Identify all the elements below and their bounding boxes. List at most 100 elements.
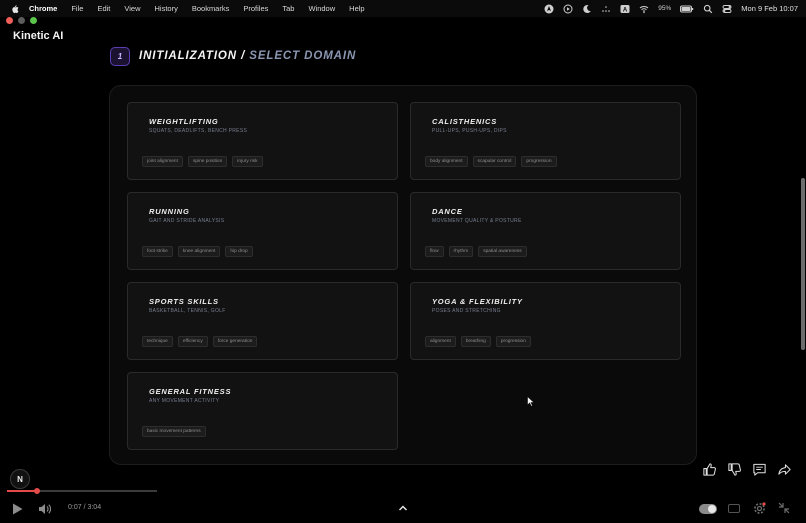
domain-subtitle: POSES AND STRETCHING	[432, 308, 501, 314]
domain-title: SPORTS SKILLS	[149, 297, 219, 306]
domain-title: RUNNING	[149, 207, 190, 216]
status-area: A 95% Mon 9 Feb 10:07	[544, 0, 798, 17]
share-icon[interactable]	[777, 462, 792, 477]
menu-bar: Chrome File Edit View History Bookmarks …	[0, 0, 806, 17]
step-badge: 1	[110, 47, 130, 66]
keyboard-input-icon[interactable]: A	[620, 4, 630, 14]
domain-card-calisthenics[interactable]: CALISTHENICS PULL-UPS, PUSH-UPS, DIPS bo…	[410, 102, 681, 180]
domain-tag: force generation	[212, 336, 258, 347]
dots-icon[interactable]	[601, 4, 611, 14]
video-progress-fill	[7, 490, 37, 492]
menu-window[interactable]: Window	[308, 4, 335, 13]
menu-file[interactable]: File	[71, 4, 83, 13]
domain-tag: spatial awareness	[478, 246, 527, 257]
domain-tag: alignment	[425, 336, 456, 347]
domain-tags: alignment breathing progression	[425, 336, 531, 347]
menu-bookmarks[interactable]: Bookmarks	[192, 4, 230, 13]
domain-card-sports-skills[interactable]: SPORTS SKILLS BASKETBALL, TENNIS, GOLF t…	[127, 282, 398, 360]
domain-subtitle: PULL-UPS, PUSH-UPS, DIPS	[432, 128, 507, 134]
menu-help[interactable]: Help	[349, 4, 364, 13]
moon-icon[interactable]	[582, 4, 592, 14]
video-progress-handle[interactable]	[34, 488, 40, 494]
menu-view[interactable]: View	[124, 4, 140, 13]
domain-title: GENERAL FITNESS	[149, 387, 232, 396]
captions-button[interactable]	[728, 504, 740, 513]
menu-tab[interactable]: Tab	[282, 4, 294, 13]
play-icon[interactable]	[12, 503, 23, 515]
menubar-clock: Mon 9 Feb 10:07	[741, 4, 798, 13]
video-progress-bar[interactable]	[7, 488, 157, 494]
battery-icon[interactable]	[680, 4, 694, 14]
domain-tags: joint alignment spine position injury ri…	[142, 156, 263, 167]
menu-chrome[interactable]: Chrome	[29, 4, 57, 13]
battery-percentage: 95%	[658, 5, 672, 12]
menu-history[interactable]: History	[155, 4, 178, 13]
domain-tag: rhythm	[448, 246, 474, 257]
comment-icon[interactable]	[752, 462, 767, 477]
domain-tags: body alignment scapular control progress…	[425, 156, 557, 167]
volume-icon[interactable]	[38, 503, 52, 515]
domain-tags: technique efficiency force generation	[142, 336, 258, 347]
app-brand: Kinetic AI	[13, 30, 64, 42]
domain-tag: hip drop	[225, 246, 253, 257]
domain-title: WEIGHTLIFTING	[149, 117, 219, 126]
domain-card-dance[interactable]: DANCE MOVEMENT QUALITY & POSTURE flow rh…	[410, 192, 681, 270]
chevron-up-icon[interactable]	[398, 504, 408, 512]
thumbs-up-icon[interactable]	[702, 462, 717, 477]
page-title-sub: SELECT DOMAIN	[249, 50, 357, 62]
domain-tag: technique	[142, 336, 173, 347]
domain-title: YOGA & FLEXIBILITY	[432, 297, 523, 306]
domain-card-running[interactable]: RUNNING GAIT AND STRIDE ANALYSIS foot st…	[127, 192, 398, 270]
svg-text:A: A	[623, 7, 628, 13]
domain-tag: progression	[521, 156, 557, 167]
apple-icon[interactable]	[10, 4, 20, 14]
page-scrollbar[interactable]	[801, 178, 805, 350]
domain-tags: flow rhythm spatial awareness	[425, 246, 527, 257]
domain-panel: WEIGHTLIFTING SQUATS, DEADLIFTS, BENCH P…	[109, 85, 697, 465]
domain-tag: spine position	[187, 156, 228, 167]
domain-subtitle: SQUATS, DEADLIFTS, BENCH PRESS	[149, 128, 248, 134]
feedback-actions	[702, 462, 792, 477]
domain-tag: injury risk	[232, 156, 263, 167]
domain-tag: breathing	[460, 336, 491, 347]
video-controls: 0:07 / 3:04	[0, 496, 806, 523]
domain-tag: knee alignment	[177, 246, 221, 257]
minimize-window-button[interactable]	[18, 17, 25, 24]
domain-tags: foot strike knee alignment hip drop	[142, 246, 253, 257]
domain-tag: scapular control	[472, 156, 517, 167]
domain-tags: basic movement patterns	[142, 426, 206, 437]
page-title: INITIALIZATION / SELECT DOMAIN	[139, 50, 356, 62]
domain-card-general-fitness[interactable]: GENERAL FITNESS ANY MOVEMENT ACTIVITY ba…	[127, 372, 398, 450]
domain-tag: body alignment	[425, 156, 468, 167]
control-center-icon[interactable]	[722, 4, 732, 14]
domain-title: DANCE	[432, 207, 463, 216]
domain-tag: foot strike	[142, 246, 173, 257]
domain-tag: efficiency	[177, 336, 208, 347]
close-window-button[interactable]	[6, 17, 13, 24]
fullscreen-window-button[interactable]	[30, 17, 37, 24]
gear-icon[interactable]	[753, 502, 766, 515]
navigation-icon[interactable]	[544, 4, 554, 14]
menu-edit[interactable]: Edit	[97, 4, 110, 13]
domain-tag: flow	[425, 246, 444, 257]
menu-profiles[interactable]: Profiles	[243, 4, 268, 13]
play-circle-icon[interactable]	[563, 4, 573, 14]
thumbs-down-icon[interactable]	[727, 462, 742, 477]
domain-subtitle: ANY MOVEMENT ACTIVITY	[149, 398, 220, 404]
domain-tag: joint alignment	[142, 156, 183, 167]
wifi-icon[interactable]	[639, 4, 649, 14]
page-title-main: INITIALIZATION /	[139, 50, 250, 62]
domain-card-yoga-flexibility[interactable]: YOGA & FLEXIBILITY POSES AND STRETCHING …	[410, 282, 681, 360]
exit-fullscreen-icon[interactable]	[778, 502, 790, 514]
domain-tag: progression	[495, 336, 531, 347]
mouse-cursor-icon	[527, 396, 535, 407]
search-icon[interactable]	[703, 4, 713, 14]
domain-subtitle: MOVEMENT QUALITY & POSTURE	[432, 218, 522, 224]
autoplay-toggle[interactable]	[699, 504, 717, 514]
domain-subtitle: BASKETBALL, TENNIS, GOLF	[149, 308, 226, 314]
avatar[interactable]: N	[10, 469, 30, 489]
domain-title: CALISTHENICS	[432, 117, 498, 126]
domain-subtitle: GAIT AND STRIDE ANALYSIS	[149, 218, 225, 224]
domain-tag: basic movement patterns	[142, 426, 206, 437]
domain-card-weightlifting[interactable]: WEIGHTLIFTING SQUATS, DEADLIFTS, BENCH P…	[127, 102, 398, 180]
